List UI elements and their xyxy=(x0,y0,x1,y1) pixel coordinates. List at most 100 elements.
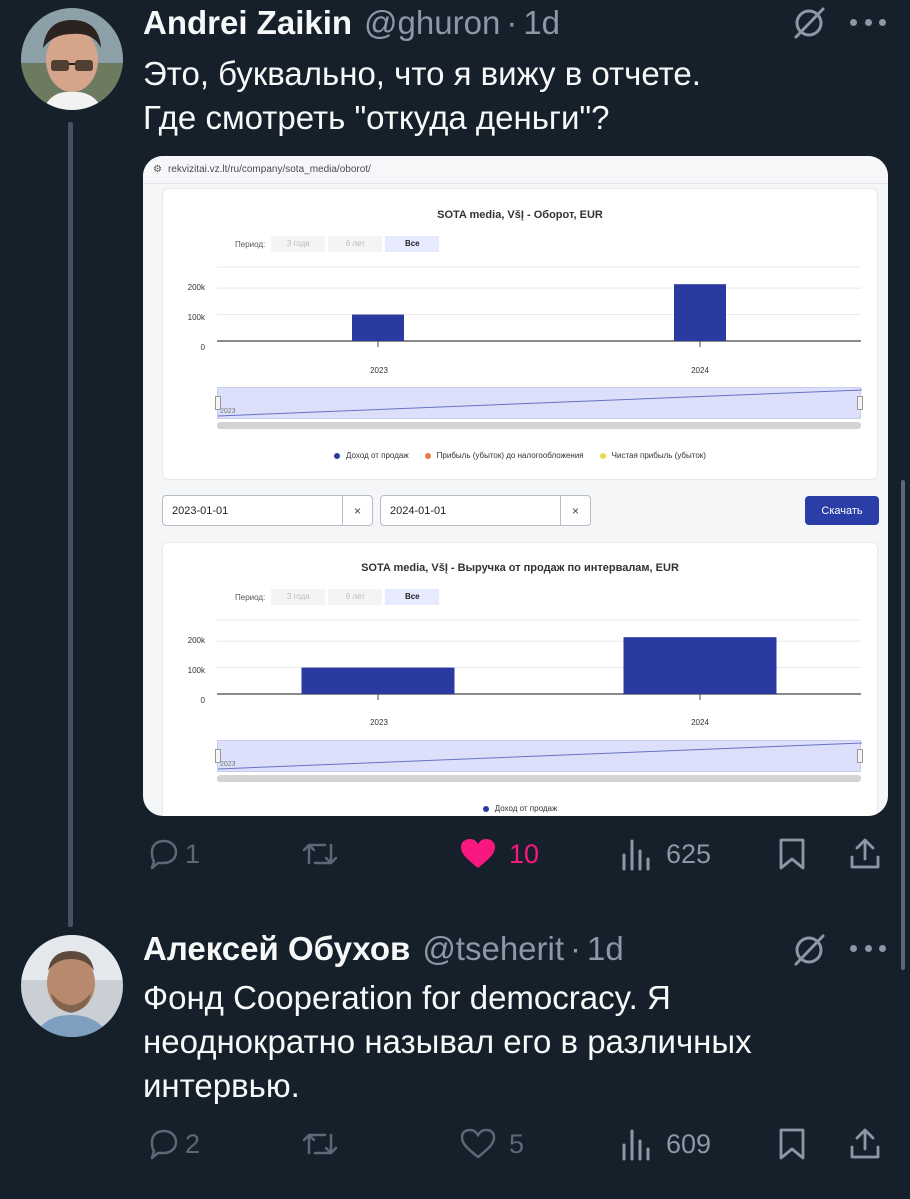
reply-count: 1 xyxy=(185,838,201,869)
bookmark-button[interactable] xyxy=(777,1127,807,1161)
range-navigator[interactable]: 2023 xyxy=(215,740,863,772)
tweet-header: Алексей Обухов @tseherit · 1d xyxy=(143,930,624,968)
reply-button[interactable]: 2 xyxy=(147,1127,200,1161)
chart-bar-2024[interactable] xyxy=(674,284,726,341)
views-icon xyxy=(622,839,650,871)
range-handle-left[interactable] xyxy=(215,396,221,410)
retweet-button[interactable] xyxy=(301,837,339,871)
x-tick-label: 2023 xyxy=(370,718,388,727)
legend-label: Прибыль (убыток) до налогообложения xyxy=(436,451,584,460)
like-button[interactable]: 5 xyxy=(459,1127,524,1161)
author-name[interactable]: Алексей Обухов xyxy=(143,930,410,968)
legend-dot xyxy=(424,452,431,459)
tweet-text-line: интервью. xyxy=(143,1067,300,1104)
chart-bar-2024[interactable] xyxy=(623,637,777,694)
avatar[interactable] xyxy=(21,935,123,1037)
chart-bar-2023[interactable] xyxy=(352,314,404,341)
share-button[interactable] xyxy=(848,837,882,871)
y-tick-label: 100k xyxy=(187,666,205,675)
grok-icon[interactable] xyxy=(792,6,826,40)
x-tick-label: 2023 xyxy=(370,366,388,375)
author-handle[interactable]: @ghuron xyxy=(364,4,500,42)
views-button[interactable]: 625 xyxy=(620,837,711,871)
tweet-text-line: Где смотреть "откуда деньги"? xyxy=(143,99,610,136)
legend-item[interactable]: Доход от продаж xyxy=(334,451,409,460)
legend-item[interactable]: Доход от продаж xyxy=(482,804,557,813)
legend-label: Чистая прибыль (убыток) xyxy=(611,451,706,460)
share-icon xyxy=(850,1128,880,1159)
range-scrollbar[interactable] xyxy=(217,775,861,782)
views-button[interactable]: 609 xyxy=(620,1127,711,1161)
url-text: rekvizitai.vz.lt/ru/company/sota_media/o… xyxy=(167,164,371,175)
chart-bar-2023[interactable] xyxy=(301,667,455,694)
timestamp[interactable]: 1d xyxy=(523,4,560,42)
y-tick-label: 100k xyxy=(187,313,205,322)
bookmark-icon xyxy=(779,838,805,870)
reply-count: 2 xyxy=(185,1128,201,1159)
date-to-field[interactable]: 2024-01-01 × xyxy=(380,495,591,526)
chart-card-turnover: SOTA media, VšĮ - Оборот, EUR Период: 3 … xyxy=(162,188,878,480)
site-settings-icon: ⚙ xyxy=(153,164,162,175)
retweet-button[interactable] xyxy=(301,1127,339,1161)
feed-scrollbar[interactable] xyxy=(901,480,905,970)
legend-item[interactable]: Прибыль (убыток) до налогообложения xyxy=(424,451,584,460)
y-tick-label: 0 xyxy=(200,696,205,705)
period-3y-button[interactable]: 3 года xyxy=(271,589,326,605)
period-6y-button[interactable]: 6 лет xyxy=(328,589,383,605)
y-tick-label: 0 xyxy=(200,343,205,352)
period-label: Период: xyxy=(235,239,266,249)
separator-dot: · xyxy=(570,930,582,967)
period-3y-button[interactable]: 3 года xyxy=(271,236,326,252)
chart-legend: Доход от продаж Прибыль (убыток) до нало… xyxy=(163,451,877,460)
avatar[interactable] xyxy=(21,8,123,110)
clear-date-to-icon[interactable]: × xyxy=(560,496,590,525)
y-tick-label: 200k xyxy=(187,636,205,645)
heart-outline-icon xyxy=(460,1128,496,1159)
tweet-text-line: Это, буквально, что я вижу в отчете. xyxy=(143,55,701,92)
range-handle-right[interactable] xyxy=(857,396,863,410)
period-6y-button[interactable]: 6 лет xyxy=(328,236,383,252)
range-handle-left[interactable] xyxy=(215,749,221,763)
bookmark-button[interactable] xyxy=(777,837,807,871)
share-button[interactable] xyxy=(848,1127,882,1161)
date-from-field[interactable]: 2023-01-01 × xyxy=(162,495,373,526)
range-scrollbar[interactable] xyxy=(217,422,861,429)
tweet-text-line: неоднократно называл его в различных xyxy=(143,1023,752,1060)
like-count: 10 xyxy=(509,838,540,869)
tweet-actions: 2 5 609 xyxy=(143,1125,888,1165)
period-selector: Период: 3 года 6 лет Все xyxy=(235,236,440,252)
chart-card-revenue-intervals: SOTA media, VšĮ - Выручка от продаж по и… xyxy=(162,542,878,816)
range-navigator[interactable]: 2023 xyxy=(215,387,863,419)
tweet-actions: 1 10 625 xyxy=(143,835,888,875)
avatar-photo xyxy=(21,935,123,1037)
period-selector: Период: 3 года 6 лет Все xyxy=(235,589,440,605)
more-options-icon[interactable] xyxy=(850,19,886,29)
thread-line xyxy=(68,122,73,927)
heart-filled-icon xyxy=(461,839,495,868)
chart-legend: Доход от продаж xyxy=(163,804,877,813)
y-tick-label: 200k xyxy=(187,283,205,292)
views-icon xyxy=(622,1129,650,1161)
author-handle[interactable]: @tseherit xyxy=(422,930,564,968)
grok-icon[interactable] xyxy=(792,933,826,967)
download-button[interactable]: Скачать xyxy=(805,496,879,525)
legend-dot xyxy=(334,452,341,459)
like-button[interactable]: 10 xyxy=(459,837,539,871)
range-handle-right[interactable] xyxy=(857,749,863,763)
date-to-value: 2024-01-01 xyxy=(390,504,447,517)
tweet-media-image[interactable]: ⚙ rekvizitai.vz.lt/ru/company/sota_media… xyxy=(143,156,888,816)
legend-item[interactable]: Чистая прибыль (убыток) xyxy=(599,451,706,460)
period-all-button[interactable]: Все xyxy=(385,236,440,252)
separator-dot: · xyxy=(506,4,518,41)
chart-plot-area xyxy=(217,619,861,700)
bookmark-icon xyxy=(779,1128,805,1160)
clear-date-from-icon[interactable]: × xyxy=(342,496,372,525)
x-tick-label: 2024 xyxy=(691,718,709,727)
views-count: 609 xyxy=(666,1128,712,1159)
author-name[interactable]: Andrei Zaikin xyxy=(143,4,352,42)
timestamp[interactable]: 1d xyxy=(587,930,624,968)
share-icon xyxy=(850,838,880,869)
more-options-icon[interactable] xyxy=(850,945,886,955)
period-all-button[interactable]: Все xyxy=(385,589,440,605)
reply-button[interactable]: 1 xyxy=(147,837,200,871)
